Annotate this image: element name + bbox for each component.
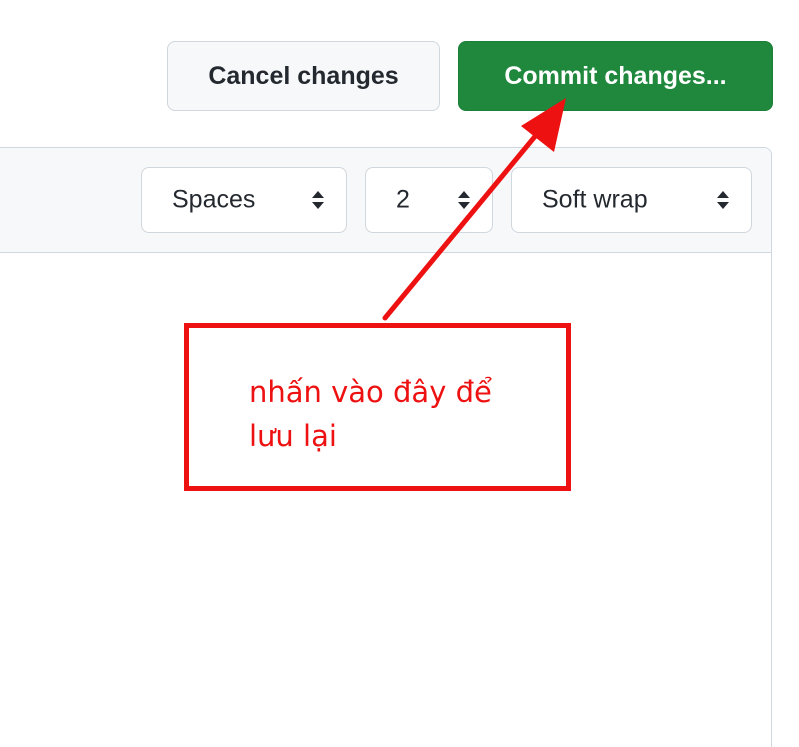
indent-mode-select[interactable]: Spaces [141, 167, 347, 233]
indent-size-select[interactable]: 2 [365, 167, 493, 233]
indent-size-value: 2 [396, 185, 410, 214]
select-caret-icon [717, 191, 729, 209]
commit-changes-button[interactable]: Commit changes... [458, 41, 773, 111]
annotation-text: nhấn vào đây để lưu lại [249, 375, 492, 453]
wrap-mode-select[interactable]: Soft wrap [511, 167, 752, 233]
cancel-changes-button[interactable]: Cancel changes [167, 41, 440, 111]
indent-mode-value: Spaces [172, 185, 256, 214]
select-caret-icon [312, 191, 324, 209]
wrap-mode-value: Soft wrap [542, 185, 648, 214]
select-caret-icon [458, 191, 470, 209]
editor-toolbar: Spaces 2 Soft wrap [0, 148, 771, 253]
annotation-callout-box: nhấn vào đây để lưu lại [184, 323, 571, 491]
